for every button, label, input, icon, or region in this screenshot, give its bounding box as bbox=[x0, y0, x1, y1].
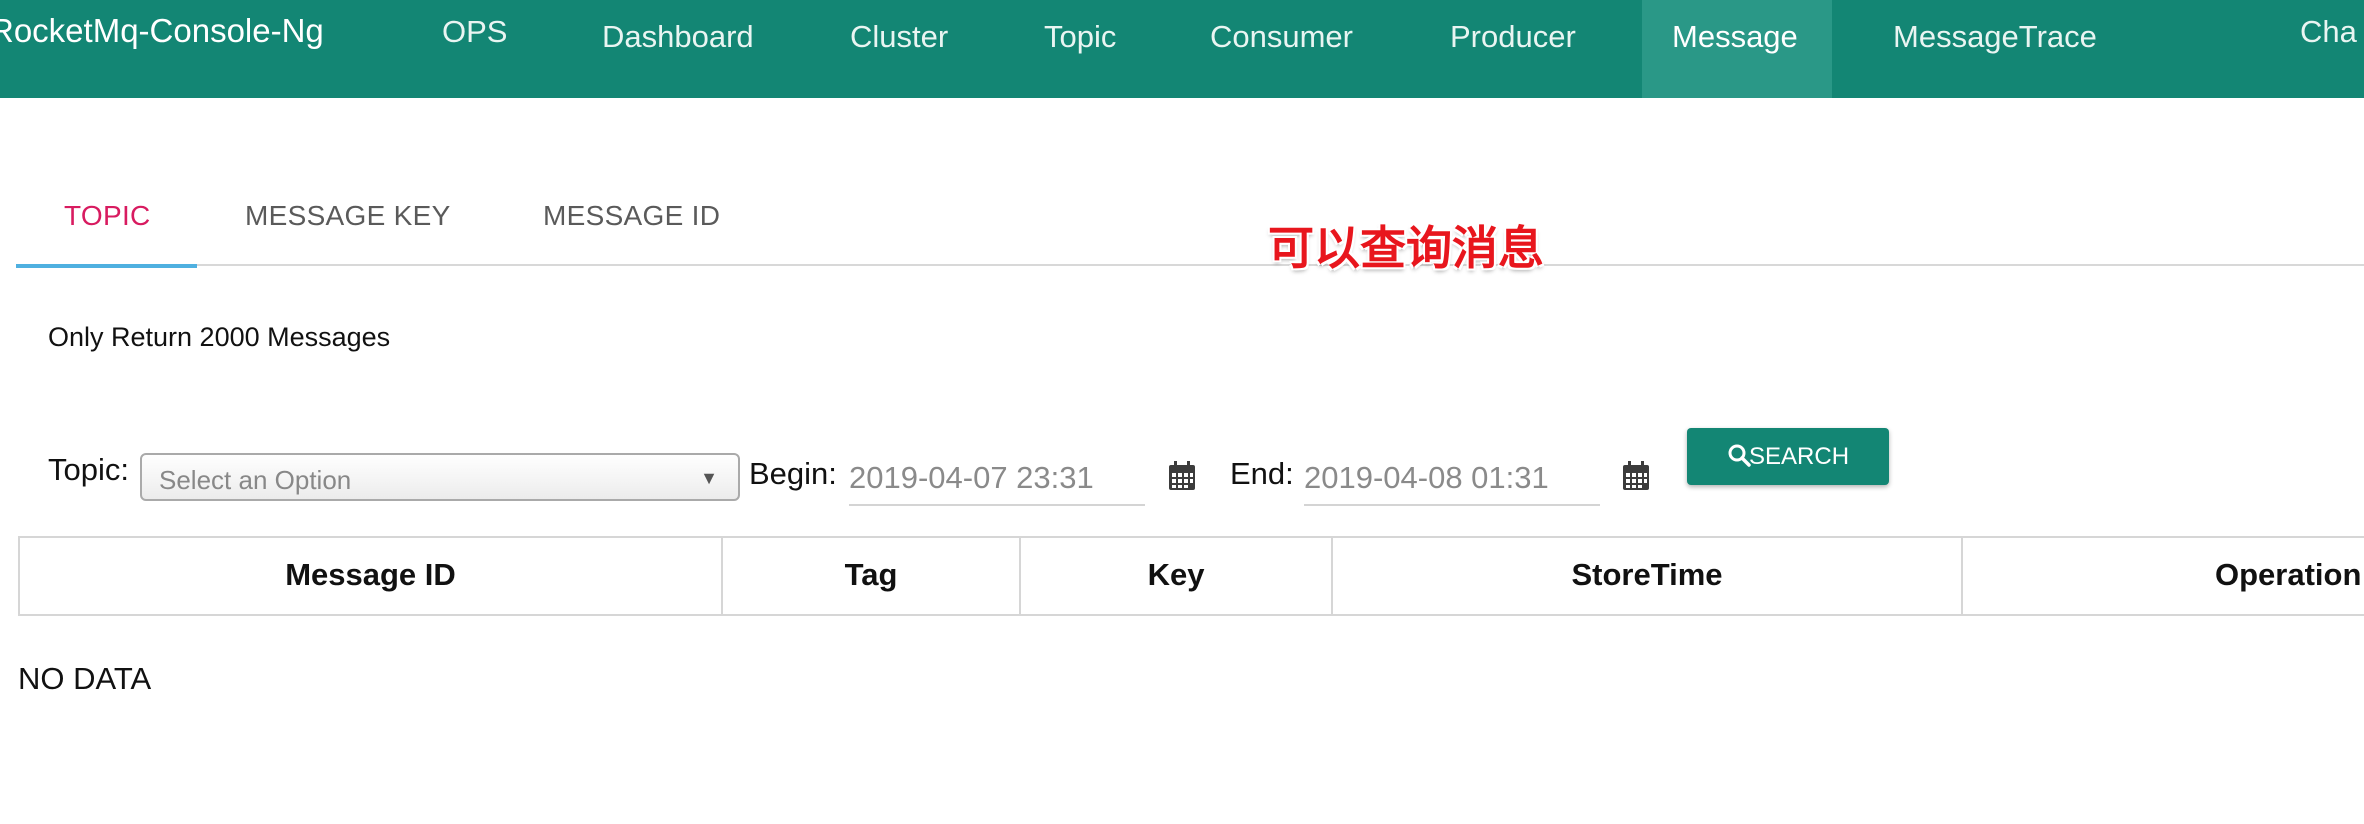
begin-label: Begin: bbox=[749, 456, 837, 491]
calendar-icon[interactable] bbox=[1168, 461, 1196, 491]
nav-item-label: OPS bbox=[442, 14, 508, 49]
column-header-tag[interactable]: Tag bbox=[723, 538, 1021, 614]
calendar-icon[interactable] bbox=[1622, 461, 1650, 491]
column-header-label: Operation bbox=[2215, 557, 2362, 592]
tab-topic[interactable]: TOPIC bbox=[16, 180, 197, 268]
brand-title[interactable]: RocketMq-Console-Ng bbox=[0, 12, 324, 50]
tab-label: TOPIC bbox=[64, 200, 151, 231]
tab-label: MESSAGE ID bbox=[543, 200, 721, 231]
nav-item-label: Producer bbox=[1450, 19, 1576, 54]
nav-item-label: Consumer bbox=[1210, 19, 1353, 54]
nav-item-label: Message bbox=[1672, 19, 1798, 54]
column-header-label: Key bbox=[1147, 557, 1205, 592]
end-label: End: bbox=[1230, 456, 1294, 491]
tab-label: MESSAGE KEY bbox=[245, 200, 451, 231]
nav-item-label: MessageTrace bbox=[1893, 19, 2097, 54]
nav-item-label: Cluster bbox=[850, 19, 949, 54]
topic-select-value: Select an Option bbox=[159, 465, 352, 495]
end-date-input[interactable] bbox=[1304, 452, 1600, 506]
message-table: Message ID Tag Key StoreTime Operation bbox=[18, 536, 2364, 616]
begin-date-input[interactable] bbox=[849, 452, 1145, 506]
search-button[interactable]: SEARCH bbox=[1687, 428, 1889, 485]
nav-item-label: Cha bbox=[2300, 14, 2357, 49]
top-navbar: RocketMq-Console-Ng OPS Dashboard Cluste… bbox=[0, 0, 2364, 98]
dropdown-arrow-icon: ▼ bbox=[700, 468, 718, 488]
column-header-label: Message ID bbox=[285, 557, 456, 592]
column-header-operation[interactable]: Operation bbox=[1963, 538, 2364, 614]
query-tabs: TOPIC MESSAGE KEY MESSAGE ID bbox=[16, 180, 2364, 268]
column-header-storetime[interactable]: StoreTime bbox=[1333, 538, 1963, 614]
annotation-text: 可以查询消息 bbox=[1268, 222, 1544, 274]
nav-item-label: Dashboard bbox=[602, 19, 754, 54]
search-button-label: SEARCH bbox=[1749, 443, 1850, 470]
topic-select[interactable]: Select an Option ▼ bbox=[140, 453, 740, 501]
column-header-label: Tag bbox=[844, 557, 898, 592]
nav-item-label: Topic bbox=[1044, 19, 1117, 54]
result-limit-notice: Only Return 2000 Messages bbox=[48, 322, 391, 352]
tab-message-id[interactable]: MESSAGE ID bbox=[516, 180, 776, 266]
column-header-message-id[interactable]: Message ID bbox=[20, 538, 723, 614]
column-header-label: StoreTime bbox=[1571, 557, 1723, 592]
column-header-key[interactable]: Key bbox=[1021, 538, 1333, 614]
topic-label: Topic: bbox=[48, 452, 129, 487]
empty-table-message: NO DATA bbox=[18, 661, 152, 696]
tab-message-key[interactable]: MESSAGE KEY bbox=[216, 180, 496, 266]
nav-item-message[interactable]: Message bbox=[1642, 0, 1832, 98]
